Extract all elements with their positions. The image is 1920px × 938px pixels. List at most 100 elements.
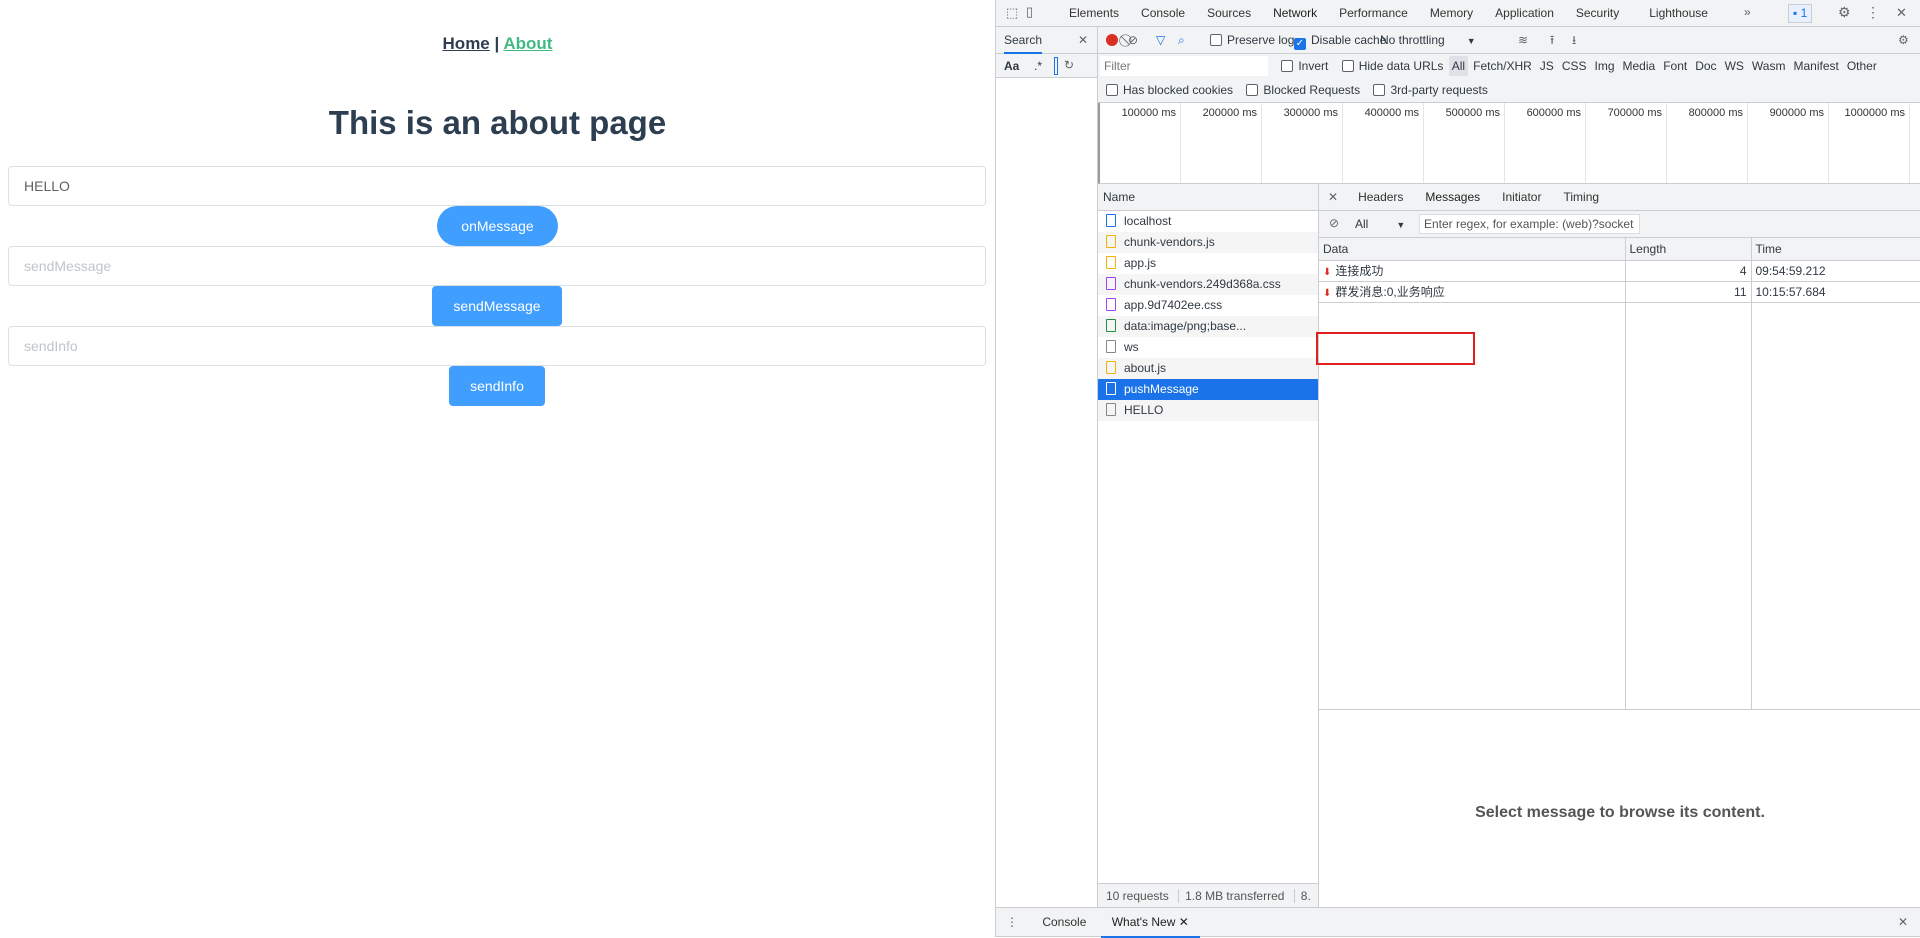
import-har-icon[interactable]: ⭱	[1550, 27, 1554, 53]
invert-checkbox[interactable]: Invert	[1281, 54, 1328, 78]
detail-tab-initiator[interactable]: Initiator	[1491, 184, 1552, 211]
request-row[interactable]: chunk-vendors.js	[1098, 232, 1318, 253]
detail-tab-timing[interactable]: Timing	[1552, 184, 1610, 211]
disable-cache-checkbox[interactable]: ✓ Disable cache	[1294, 27, 1386, 53]
request-name: data:image/png;base...	[1124, 319, 1247, 333]
search-tab[interactable]: Search	[1004, 33, 1043, 54]
settings-icon[interactable]: ⚙	[1838, 4, 1851, 21]
filter-type-doc[interactable]: Doc	[1692, 56, 1719, 76]
home-link[interactable]: Home	[443, 34, 490, 53]
request-row[interactable]: localhost	[1098, 211, 1318, 232]
filter-type-wasm[interactable]: Wasm	[1749, 56, 1789, 76]
third-party-checkbox[interactable]: 3rd-party requests	[1373, 78, 1488, 102]
request-name: app.js	[1124, 256, 1157, 270]
drawer-menu-icon[interactable]: ⋮	[996, 908, 1028, 936]
request-row[interactable]: chunk-vendors.249d368a.css	[1098, 274, 1318, 295]
drawer-tab-whats-new[interactable]: What's New ✕	[1100, 909, 1200, 938]
network-conditions-icon[interactable]: ≋	[1518, 27, 1528, 53]
throttling-value: No throttling	[1380, 33, 1445, 47]
close-devtools-icon[interactable]: ✕	[1896, 5, 1907, 21]
request-row[interactable]: data:image/png;base...	[1098, 316, 1318, 337]
request-row[interactable]: pushMessage	[1098, 379, 1318, 400]
send-info-input[interactable]: sendInfo	[8, 326, 986, 366]
name-column-header[interactable]: Name	[1098, 184, 1318, 211]
filter-input[interactable]: Filter	[1100, 56, 1268, 76]
received-arrow-icon: ⬇	[1323, 267, 1332, 278]
regex-button[interactable]: .*	[1034, 59, 1042, 73]
timeline-tick-label: 700000 ms	[1586, 103, 1667, 183]
filter-type-ws[interactable]: WS	[1722, 56, 1747, 76]
request-row[interactable]: app.js	[1098, 253, 1318, 274]
issues-badge[interactable]: ▪ 1	[1788, 4, 1813, 23]
request-row[interactable]: about.js	[1098, 358, 1318, 379]
filter-type-css[interactable]: CSS	[1559, 56, 1590, 76]
close-detail-icon[interactable]: ✕	[1319, 184, 1347, 211]
column-time[interactable]: Time	[1751, 238, 1920, 261]
on-message-button[interactable]: onMessage	[437, 206, 558, 246]
export-har-icon[interactable]: ⭳	[1572, 27, 1576, 53]
filter-type-all[interactable]: All	[1448, 56, 1469, 76]
message-row[interactable]: ⬇ 群发消息:0,业务响应 11 10:15:57.684	[1319, 281, 1920, 303]
tab-elements[interactable]: Elements	[1058, 0, 1130, 27]
send-info-button[interactable]: sendInfo	[449, 366, 545, 406]
filter-icon[interactable]: ▽	[1156, 27, 1165, 53]
network-overview-timeline[interactable]: 100000 ms 200000 ms 300000 ms 400000 ms 5000…	[1098, 103, 1920, 184]
tab-console[interactable]: Console	[1130, 0, 1196, 27]
tab-network[interactable]: Network	[1262, 0, 1329, 29]
tab-lighthouse[interactable]: Lighthouse	[1638, 0, 1719, 27]
about-link[interactable]: About	[503, 34, 552, 53]
drawer-tab-console[interactable]: Console	[1031, 909, 1097, 936]
message-length: 11	[1625, 281, 1752, 303]
search-input[interactable]	[1054, 57, 1058, 75]
tab-memory[interactable]: Memory	[1419, 0, 1484, 27]
message-row[interactable]: ⬇ 连接成功 4 09:54:59.212	[1319, 260, 1920, 282]
tab-performance[interactable]: Performance	[1328, 0, 1419, 27]
more-tabs-icon[interactable]: »	[1744, 5, 1751, 19]
throttling-select[interactable]: No throttling ▼	[1380, 27, 1476, 54]
detail-tab-messages[interactable]: Messages	[1414, 184, 1492, 213]
filter-type-img[interactable]: Img	[1592, 56, 1618, 76]
filter-type-js[interactable]: JS	[1537, 56, 1557, 76]
blocked-requests-checkbox[interactable]: Blocked Requests	[1246, 78, 1360, 102]
filter-type-fetchxhr[interactable]: Fetch/XHR	[1470, 56, 1535, 76]
tab-application[interactable]: Application	[1484, 0, 1565, 27]
inspect-element-icon[interactable]: ⬚	[1006, 5, 1018, 21]
message-input[interactable]: HELLO	[8, 166, 986, 206]
record-icon[interactable]	[1106, 34, 1118, 46]
more-options-icon[interactable]: ⋮	[1866, 4, 1880, 21]
column-length[interactable]: Length	[1625, 238, 1752, 261]
tab-sources[interactable]: Sources	[1196, 0, 1262, 27]
detail-tab-headers[interactable]: Headers	[1347, 184, 1414, 211]
request-row[interactable]: HELLO	[1098, 400, 1318, 421]
close-search-icon[interactable]: ✕	[1078, 33, 1088, 47]
request-row[interactable]: ws	[1098, 337, 1318, 358]
request-name: pushMessage	[1124, 382, 1199, 396]
blocked-cookies-checkbox[interactable]: Has blocked cookies	[1106, 78, 1233, 102]
column-data[interactable]: Data	[1319, 238, 1626, 261]
filter-type-media[interactable]: Media	[1620, 56, 1659, 76]
search-icon[interactable]: ⌕	[1178, 27, 1185, 53]
hide-data-urls-checkbox[interactable]: Hide data URLs	[1341, 54, 1443, 78]
message-data: ⬇ 连接成功	[1319, 260, 1626, 282]
device-toolbar-icon[interactable]: ▯	[1026, 4, 1033, 20]
filter-type-font[interactable]: Font	[1660, 56, 1690, 76]
send-message-button[interactable]: sendMessage	[432, 286, 562, 326]
filter-type-other[interactable]: Other	[1844, 56, 1880, 76]
request-row[interactable]: app.9d7402ee.css	[1098, 295, 1318, 316]
empty-message-placeholder: Select message to browse its content.	[1475, 804, 1765, 821]
filter-type-manifest[interactable]: Manifest	[1790, 56, 1841, 76]
timeline-tick-label: 600000 ms	[1505, 103, 1586, 183]
clear-messages-icon[interactable]: ⊘	[1329, 216, 1339, 230]
match-case-button[interactable]: Aa	[1004, 59, 1019, 73]
network-settings-icon[interactable]: ⚙	[1898, 27, 1909, 53]
refresh-icon[interactable]: ↻	[1064, 58, 1074, 72]
devtools-panel: ⬚ ▯ Elements Console Sources Network Perform…	[995, 0, 1920, 938]
message-regex-input[interactable]: Enter regex, for example: (web)?socket	[1419, 214, 1640, 234]
send-message-input[interactable]: sendMessage	[8, 246, 986, 286]
preserve-log-checkbox[interactable]: Preserve log	[1210, 27, 1294, 53]
close-drawer-icon[interactable]: ✕	[1898, 908, 1908, 936]
tab-security[interactable]: Security	[1565, 0, 1630, 27]
status-bar: 10 requests 1.8 MB transferred 8.	[1098, 883, 1319, 907]
close-whats-new-icon[interactable]: ✕	[1179, 915, 1189, 929]
message-type-select[interactable]: All ▼	[1355, 217, 1405, 231]
